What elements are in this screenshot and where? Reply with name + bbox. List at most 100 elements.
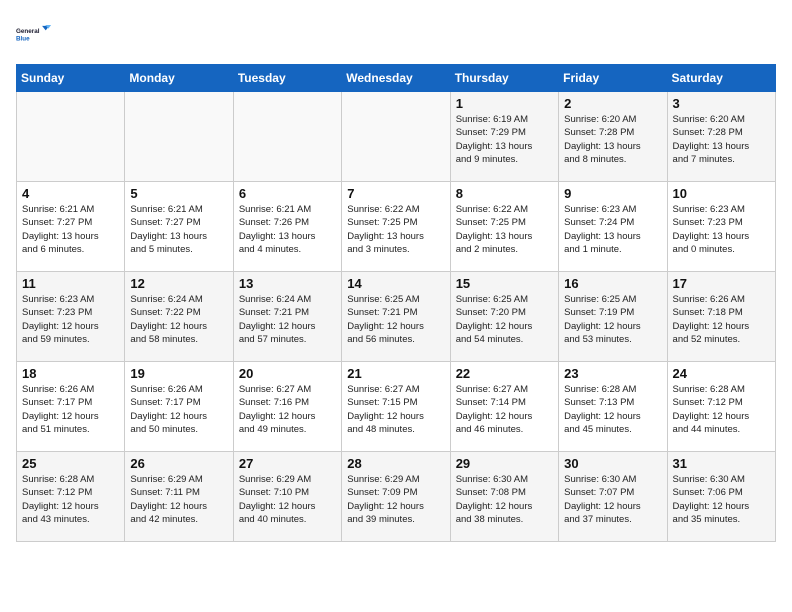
col-header-friday: Friday — [559, 65, 667, 92]
day-cell: 1Sunrise: 6:19 AMSunset: 7:29 PMDaylight… — [450, 92, 558, 182]
day-cell: 9 Sunrise: 6:23 AMSunset: 7:24 PMDaylight… — [559, 182, 667, 272]
day-number: 28 — [347, 456, 444, 471]
day-cell: 23 Sunrise: 6:28 AMSunset: 7:13 PMDayligh… — [559, 362, 667, 452]
day-number: 12 — [130, 276, 227, 291]
day-cell: 8 Sunrise: 6:22 AMSunset: 7:25 PMDaylight… — [450, 182, 558, 272]
day-info: Sunrise: 6:20 AMSunset: 7:28 PMDaylight:… — [564, 113, 661, 166]
day-number: 3 — [673, 96, 770, 111]
day-cell: 4 Sunrise: 6:21 AMSunset: 7:27 PMDaylight… — [17, 182, 125, 272]
header-row: SundayMondayTuesdayWednesdayThursdayFrid… — [17, 65, 776, 92]
day-info: Sunrise: 6:25 AMSunset: 7:19 PMDaylight:… — [564, 293, 661, 346]
week-row-1: 1Sunrise: 6:19 AMSunset: 7:29 PMDaylight… — [17, 92, 776, 182]
day-number: 1 — [456, 96, 553, 111]
week-row-2: 4 Sunrise: 6:21 AMSunset: 7:27 PMDaylight… — [17, 182, 776, 272]
day-number: 13 — [239, 276, 336, 291]
day-number: 2 — [564, 96, 661, 111]
day-info: Sunrise: 6:27 AMSunset: 7:16 PMDaylight:… — [239, 383, 336, 436]
day-info: Sunrise: 6:23 AMSunset: 7:23 PMDaylight:… — [673, 203, 770, 256]
week-row-4: 18 Sunrise: 6:26 AMSunset: 7:17 PMDayligh… — [17, 362, 776, 452]
day-number: 8 — [456, 186, 553, 201]
day-cell: 20 Sunrise: 6:27 AMSunset: 7:16 PMDayligh… — [233, 362, 341, 452]
day-info: Sunrise: 6:21 AMSunset: 7:26 PMDaylight:… — [239, 203, 336, 256]
col-header-monday: Monday — [125, 65, 233, 92]
day-number: 23 — [564, 366, 661, 381]
day-number: 24 — [673, 366, 770, 381]
day-info: Sunrise: 6:28 AMSunset: 7:13 PMDaylight:… — [564, 383, 661, 436]
day-cell: 26Sunrise: 6:29 AMSunset: 7:11 PMDayligh… — [125, 452, 233, 542]
day-info: Sunrise: 6:26 AMSunset: 7:18 PMDaylight:… — [673, 293, 770, 346]
day-cell: 19 Sunrise: 6:26 AMSunset: 7:17 PMDayligh… — [125, 362, 233, 452]
day-number: 14 — [347, 276, 444, 291]
day-cell: 6 Sunrise: 6:21 AMSunset: 7:26 PMDaylight… — [233, 182, 341, 272]
day-info: Sunrise: 6:22 AMSunset: 7:25 PMDaylight:… — [347, 203, 444, 256]
day-number: 17 — [673, 276, 770, 291]
day-info: Sunrise: 6:23 AMSunset: 7:23 PMDaylight:… — [22, 293, 119, 346]
day-cell: 3 Sunrise: 6:20 AMSunset: 7:28 PMDaylight… — [667, 92, 775, 182]
day-cell: 28Sunrise: 6:29 AMSunset: 7:09 PMDayligh… — [342, 452, 450, 542]
day-cell: 31Sunrise: 6:30 AMSunset: 7:06 PMDayligh… — [667, 452, 775, 542]
day-cell — [125, 92, 233, 182]
week-row-5: 25Sunrise: 6:28 AMSunset: 7:12 PMDayligh… — [17, 452, 776, 542]
day-cell: 10 Sunrise: 6:23 AMSunset: 7:23 PMDayligh… — [667, 182, 775, 272]
day-number: 7 — [347, 186, 444, 201]
day-cell: 21 Sunrise: 6:27 AMSunset: 7:15 PMDayligh… — [342, 362, 450, 452]
day-number: 27 — [239, 456, 336, 471]
day-cell: 29Sunrise: 6:30 AMSunset: 7:08 PMDayligh… — [450, 452, 558, 542]
day-info: Sunrise: 6:24 AMSunset: 7:21 PMDaylight:… — [239, 293, 336, 346]
week-row-3: 11 Sunrise: 6:23 AMSunset: 7:23 PMDayligh… — [17, 272, 776, 362]
day-cell: 25Sunrise: 6:28 AMSunset: 7:12 PMDayligh… — [17, 452, 125, 542]
day-cell: 13 Sunrise: 6:24 AMSunset: 7:21 PMDayligh… — [233, 272, 341, 362]
day-number: 21 — [347, 366, 444, 381]
svg-text:General: General — [16, 28, 40, 35]
day-cell: 30Sunrise: 6:30 AMSunset: 7:07 PMDayligh… — [559, 452, 667, 542]
day-number: 9 — [564, 186, 661, 201]
col-header-tuesday: Tuesday — [233, 65, 341, 92]
day-cell: 11 Sunrise: 6:23 AMSunset: 7:23 PMDayligh… — [17, 272, 125, 362]
day-number: 11 — [22, 276, 119, 291]
day-info: Sunrise: 6:30 AMSunset: 7:07 PMDaylight:… — [564, 473, 661, 526]
day-number: 18 — [22, 366, 119, 381]
day-number: 19 — [130, 366, 227, 381]
day-number: 16 — [564, 276, 661, 291]
day-info: Sunrise: 6:20 AMSunset: 7:28 PMDaylight:… — [673, 113, 770, 166]
day-info: Sunrise: 6:26 AMSunset: 7:17 PMDaylight:… — [130, 383, 227, 436]
logo-icon: GeneralBlue — [16, 16, 52, 52]
day-info: Sunrise: 6:23 AMSunset: 7:24 PMDaylight:… — [564, 203, 661, 256]
day-number: 22 — [456, 366, 553, 381]
day-number: 5 — [130, 186, 227, 201]
day-cell — [342, 92, 450, 182]
day-info: Sunrise: 6:30 AMSunset: 7:06 PMDaylight:… — [673, 473, 770, 526]
day-number: 15 — [456, 276, 553, 291]
day-info: Sunrise: 6:24 AMSunset: 7:22 PMDaylight:… — [130, 293, 227, 346]
day-number: 20 — [239, 366, 336, 381]
col-header-wednesday: Wednesday — [342, 65, 450, 92]
day-info: Sunrise: 6:21 AMSunset: 7:27 PMDaylight:… — [22, 203, 119, 256]
svg-text:Blue: Blue — [16, 35, 30, 42]
day-cell: 12 Sunrise: 6:24 AMSunset: 7:22 PMDayligh… — [125, 272, 233, 362]
col-header-sunday: Sunday — [17, 65, 125, 92]
day-info: Sunrise: 6:25 AMSunset: 7:21 PMDaylight:… — [347, 293, 444, 346]
day-cell: 27Sunrise: 6:29 AMSunset: 7:10 PMDayligh… — [233, 452, 341, 542]
day-cell: 14 Sunrise: 6:25 AMSunset: 7:21 PMDayligh… — [342, 272, 450, 362]
calendar-table: SundayMondayTuesdayWednesdayThursdayFrid… — [16, 64, 776, 542]
day-info: Sunrise: 6:30 AMSunset: 7:08 PMDaylight:… — [456, 473, 553, 526]
day-info: Sunrise: 6:28 AMSunset: 7:12 PMDaylight:… — [673, 383, 770, 436]
col-header-saturday: Saturday — [667, 65, 775, 92]
day-number: 25 — [22, 456, 119, 471]
day-cell — [17, 92, 125, 182]
day-cell: 22 Sunrise: 6:27 AMSunset: 7:14 PMDayligh… — [450, 362, 558, 452]
logo: GeneralBlue — [16, 16, 52, 52]
day-cell: 17 Sunrise: 6:26 AMSunset: 7:18 PMDayligh… — [667, 272, 775, 362]
day-number: 10 — [673, 186, 770, 201]
day-cell: 7 Sunrise: 6:22 AMSunset: 7:25 PMDaylight… — [342, 182, 450, 272]
day-info: Sunrise: 6:22 AMSunset: 7:25 PMDaylight:… — [456, 203, 553, 256]
day-info: Sunrise: 6:21 AMSunset: 7:27 PMDaylight:… — [130, 203, 227, 256]
day-info: Sunrise: 6:27 AMSunset: 7:15 PMDaylight:… — [347, 383, 444, 436]
day-number: 4 — [22, 186, 119, 201]
day-cell: 16 Sunrise: 6:25 AMSunset: 7:19 PMDayligh… — [559, 272, 667, 362]
day-cell — [233, 92, 341, 182]
day-cell: 15Sunrise: 6:25 AMSunset: 7:20 PMDayligh… — [450, 272, 558, 362]
day-info: Sunrise: 6:27 AMSunset: 7:14 PMDaylight:… — [456, 383, 553, 436]
day-number: 6 — [239, 186, 336, 201]
day-info: Sunrise: 6:26 AMSunset: 7:17 PMDaylight:… — [22, 383, 119, 436]
